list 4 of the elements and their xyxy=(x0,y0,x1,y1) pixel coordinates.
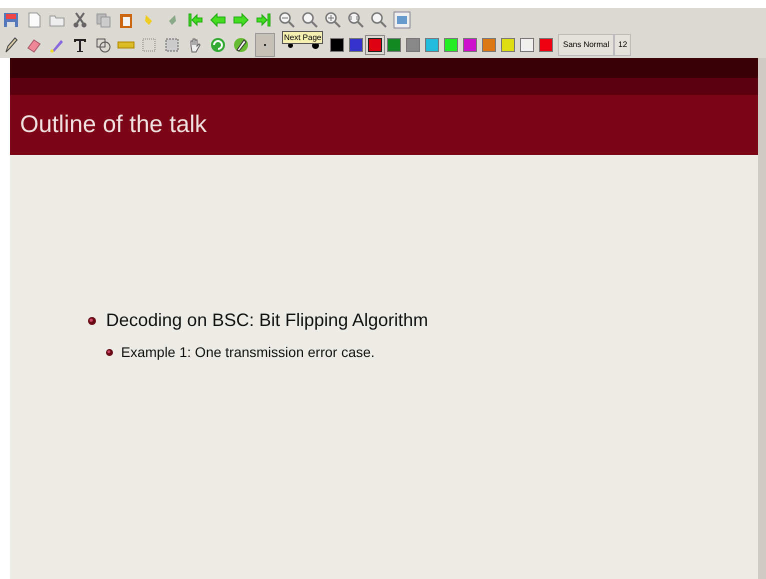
slide-title: Outline of the talk xyxy=(20,110,207,140)
bullet-text: Example 1: One transmission error case. xyxy=(121,343,375,362)
tooltip: Next Page xyxy=(282,31,324,44)
bullet-text: Decoding on BSC: Bit Flipping Algorithm xyxy=(106,309,428,332)
